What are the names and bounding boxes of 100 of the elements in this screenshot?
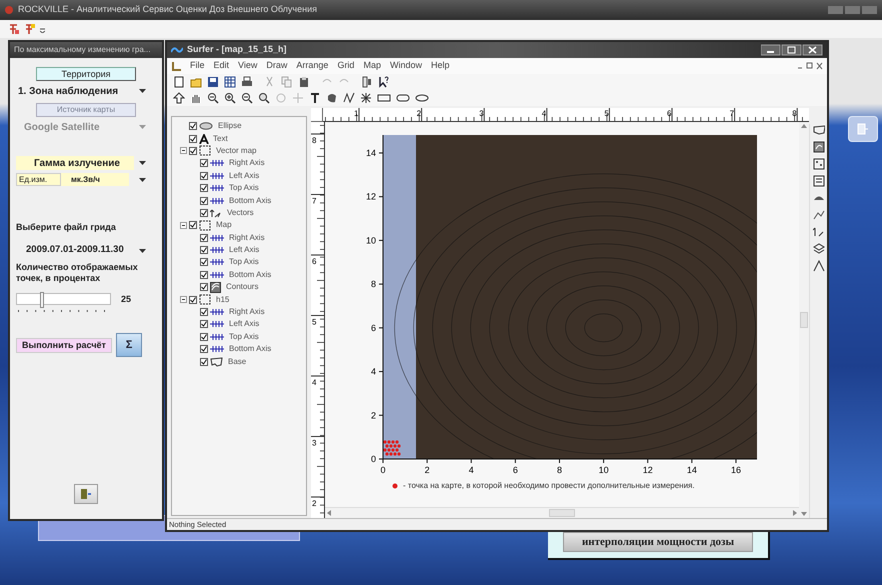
base-map-icon[interactable]: [812, 124, 824, 136]
territory-button[interactable]: Территория: [36, 67, 136, 81]
tree-item[interactable]: Bottom Axis: [229, 343, 272, 356]
tree-item[interactable]: Top Axis: [229, 256, 259, 268]
zoom-page-icon[interactable]: [258, 92, 270, 104]
checkbox[interactable]: [200, 270, 208, 279]
checkbox[interactable]: [200, 345, 208, 354]
tree-item[interactable]: Left Axis: [229, 170, 260, 182]
zoom-in-icon[interactable]: [224, 92, 236, 104]
checkbox[interactable]: [189, 122, 197, 130]
slider-track[interactable]: [16, 293, 111, 306]
window-controls-icon[interactable]: [761, 44, 823, 56]
checkbox[interactable]: [200, 320, 208, 328]
menu-item[interactable]: File: [190, 59, 205, 73]
vertical-scrollbar[interactable]: [799, 122, 809, 518]
checkbox[interactable]: [200, 332, 208, 341]
menu-item[interactable]: Edit: [214, 59, 230, 73]
checkbox[interactable]: [200, 258, 208, 266]
tree-item[interactable]: h15: [216, 294, 230, 306]
checkbox[interactable]: [200, 172, 208, 180]
symbol-tool-icon[interactable]: [360, 92, 372, 104]
horizontal-scrollbar[interactable]: [325, 507, 799, 518]
grid-file-dropdown[interactable]: 2009.07.01-2009.11.30: [16, 244, 156, 258]
menu-item[interactable]: Help: [430, 59, 450, 73]
tree-item[interactable]: Right Axis: [229, 157, 265, 170]
report-icon[interactable]: [24, 23, 36, 35]
scroll-right-icon[interactable]: [793, 510, 797, 516]
tree-item[interactable]: Contours: [226, 281, 258, 294]
menu-item[interactable]: View: [238, 59, 258, 73]
help-pointer-icon[interactable]: [378, 76, 390, 88]
save-icon[interactable]: [207, 76, 219, 88]
post-map-icon[interactable]: [812, 158, 824, 170]
print-icon[interactable]: [241, 76, 253, 88]
new-file-icon[interactable]: [173, 76, 185, 88]
caret-icon[interactable]: [139, 89, 146, 93]
zoom-out-icon[interactable]: [241, 92, 253, 104]
scroll-up-icon[interactable]: [801, 124, 807, 128]
report-icon[interactable]: [8, 23, 20, 35]
surface-icon[interactable]: [812, 243, 824, 255]
checkbox[interactable]: [200, 308, 208, 316]
checkbox[interactable]: [200, 234, 208, 242]
polyline-tool-icon[interactable]: [343, 92, 355, 104]
select-arrow-icon[interactable]: [173, 92, 185, 104]
text-tool-icon[interactable]: [309, 92, 321, 104]
caret-icon[interactable]: [139, 161, 146, 165]
vector-map-icon[interactable]: [812, 226, 824, 238]
tree-item[interactable]: Text: [213, 132, 228, 145]
checkbox[interactable]: [200, 196, 208, 205]
tree-item[interactable]: Right Axis: [229, 306, 265, 318]
run-calculation-button[interactable]: Выполнить расчёт: [16, 338, 112, 352]
interpolation-button[interactable]: интерполяции мощности дозы: [563, 532, 753, 552]
collapse-icon[interactable]: [180, 296, 187, 304]
sum-button[interactable]: Σ: [116, 333, 142, 357]
checkbox[interactable]: [189, 134, 197, 143]
exit-button[interactable]: [74, 484, 98, 504]
caret-icon[interactable]: [139, 248, 146, 252]
tree-item[interactable]: Top Axis: [229, 182, 259, 194]
object-manager-icon[interactable]: [361, 76, 373, 88]
scrollbar-thumb[interactable]: [800, 312, 808, 328]
contour-map-icon[interactable]: [812, 141, 824, 153]
collapse-icon[interactable]: [180, 147, 187, 154]
menu-item[interactable]: Grid: [337, 59, 354, 73]
paste-icon[interactable]: [298, 76, 310, 88]
checkbox[interactable]: [200, 208, 208, 217]
worksheet-icon[interactable]: [224, 76, 236, 88]
rounded-rectangle-tool-icon[interactable]: [396, 92, 410, 104]
checkbox[interactable]: [200, 159, 208, 168]
slider-thumb[interactable]: [40, 292, 44, 308]
menu-item[interactable]: Draw: [266, 59, 288, 73]
tree-item[interactable]: Top Axis: [229, 330, 259, 343]
tree-item[interactable]: Left Axis: [229, 244, 260, 256]
tree-item[interactable]: Ellipse: [218, 120, 242, 132]
tree-item[interactable]: Base: [228, 356, 246, 368]
tree-item[interactable]: Bottom Axis: [229, 268, 272, 281]
tree-item[interactable]: Left Axis: [229, 318, 260, 330]
checkbox[interactable]: [189, 146, 197, 155]
scroll-left-icon[interactable]: [327, 510, 331, 516]
document-controls-icon[interactable]: [797, 62, 823, 70]
tree-item[interactable]: Bottom Axis: [229, 194, 272, 207]
menu-item[interactable]: Window: [390, 59, 422, 73]
ellipse-tool-icon[interactable]: [415, 92, 429, 104]
checkbox[interactable]: [200, 358, 208, 366]
open-folder-icon[interactable]: [190, 76, 202, 88]
tree-item[interactable]: Map: [216, 219, 232, 232]
tree-item[interactable]: Vectors: [227, 206, 254, 219]
radiation-dropdown[interactable]: Гамма излучение: [16, 156, 134, 170]
zone-dropdown[interactable]: 1. Зона наблюдения: [16, 84, 156, 98]
unit-dropdown[interactable]: мк.Зв/ч: [61, 173, 129, 186]
checkbox[interactable]: [200, 283, 208, 292]
menu-item[interactable]: Arrange: [296, 59, 328, 73]
scrollbar-thumb[interactable]: [549, 509, 575, 517]
checkbox[interactable]: [189, 296, 197, 304]
caret-icon[interactable]: [139, 178, 146, 182]
tree-item[interactable]: Vector map: [216, 144, 256, 157]
collapse-icon[interactable]: [180, 222, 187, 229]
checkbox[interactable]: [200, 246, 208, 254]
menu-item[interactable]: Map: [363, 59, 381, 73]
checkbox[interactable]: [189, 221, 197, 230]
scroll-down-icon[interactable]: [801, 512, 807, 516]
rectangle-tool-icon[interactable]: [377, 92, 391, 104]
